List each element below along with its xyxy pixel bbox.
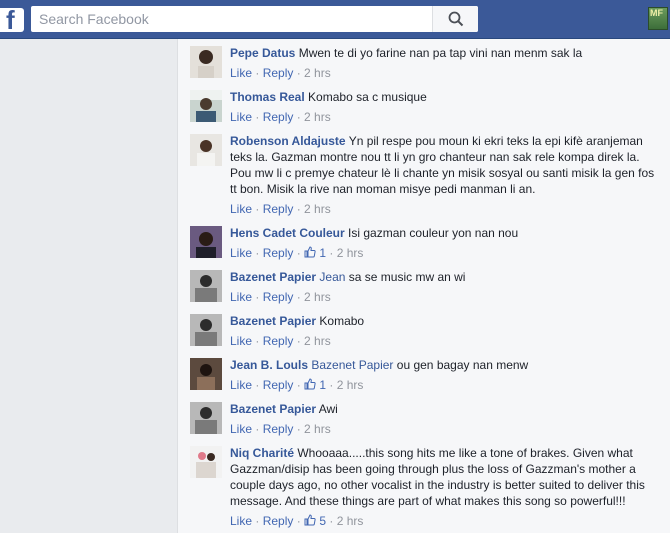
avatar[interactable] [190,402,222,434]
comment-body: Bazenet Papier Jean sa se music mw an wi… [230,269,655,305]
avatar[interactable] [190,314,222,346]
like-link[interactable]: Like [230,66,252,80]
thumbs-up-icon [304,246,316,258]
comment-body: Bazenet Papier Komabo Like · Reply · 2 h… [230,313,655,349]
comment-time[interactable]: 2 hrs [337,246,364,260]
comment-actions: Like · Reply · 2 hrs [230,290,331,304]
comment-time[interactable]: 2 hrs [304,422,331,436]
thumbs-up-icon [304,514,316,526]
comments-panel: Pepe Datus Mwen te di yo farine nan pa t… [177,39,670,533]
like-link[interactable]: Like [230,514,252,528]
comment-actions: Like · Reply · 2 hrs [230,422,331,436]
comment-author[interactable]: Bazenet Papier [230,314,316,328]
comment-time[interactable]: 2 hrs [304,290,331,304]
reply-link[interactable]: Reply [263,514,294,528]
like-link[interactable]: Like [230,290,252,304]
comment-time[interactable]: 2 hrs [304,110,331,124]
reply-link[interactable]: Reply [263,290,294,304]
comment-author[interactable]: Pepe Datus [230,46,295,60]
comment-body: Robenson Aldajuste Yn pil respe pou moun… [230,133,655,217]
comment-time[interactable]: 2 hrs [304,334,331,348]
avatar[interactable] [190,134,222,166]
comment-author[interactable]: Hens Cadet Couleur [230,226,345,240]
comment-body: Hens Cadet Couleur Isi gazman couleur yo… [230,225,655,261]
like-link[interactable]: Like [230,334,252,348]
comment-mention[interactable]: Jean [319,270,345,284]
comment-author[interactable]: Jean B. Louls [230,358,308,372]
comment-body: Niq Charité Whooaaa.....this song hits m… [230,445,655,529]
avatar[interactable] [190,226,222,258]
avatar[interactable] [190,46,222,78]
reply-link[interactable]: Reply [263,246,294,260]
reply-link[interactable]: Reply [263,66,294,80]
avatar[interactable] [190,446,222,478]
comment-body: Jean B. Louls Bazenet Papier ou gen baga… [230,357,655,393]
facebook-logo-icon[interactable]: f [0,5,24,35]
avatar[interactable] [190,358,222,390]
comment-body: Thomas Real Komabo sa c musique Like · R… [230,89,655,125]
comment-author[interactable]: Thomas Real [230,90,305,104]
reply-link[interactable]: Reply [263,110,294,124]
comment-actions: Like · Reply · 1 · 2 hrs [230,246,364,260]
reply-link[interactable]: Reply [263,202,294,216]
avatar[interactable] [190,90,222,122]
comment-time[interactable]: 2 hrs [337,378,364,392]
comment-author[interactable]: Robenson Aldajuste [230,134,346,148]
reply-link[interactable]: Reply [263,378,294,392]
top-bar: f MF [0,0,670,39]
page-thumbnail[interactable]: MF [648,7,668,30]
comment-time[interactable]: 2 hrs [304,66,331,80]
comment-text: Komabo [319,314,365,328]
comment-actions: Like · Reply · 2 hrs [230,66,331,80]
comment-actions: Like · Reply · 2 hrs [230,334,331,348]
like-link[interactable]: Like [230,246,252,260]
search-box [31,6,478,32]
comment-mention[interactable]: Bazenet Papier [311,358,393,372]
comment-time[interactable]: 2 hrs [304,202,331,216]
thumbs-up-icon [304,378,316,390]
comment-body: Bazenet Papier Awi Like · Reply · 2 hrs [230,401,655,437]
thumbnail-badge: MF [650,8,663,18]
comment-text: Awi [318,402,338,416]
search-icon [448,11,464,27]
comment-text: sa se music mw an wi [348,270,466,284]
comment-time[interactable]: 2 hrs [337,514,364,528]
comment-author[interactable]: Bazenet Papier [230,270,316,284]
reply-link[interactable]: Reply [263,422,294,436]
left-column [0,39,177,533]
comment-body: Pepe Datus Mwen te di yo farine nan pa t… [230,45,655,81]
comment-actions: Like · Reply · 2 hrs [230,110,331,124]
search-button[interactable] [432,6,478,32]
comment-text: ou gen bagay nan menw [396,358,529,372]
logo-letter: f [6,5,15,35]
comment-text: Mwen te di yo farine nan pa tap vini nan… [298,46,583,60]
comment-author[interactable]: Niq Charité [230,446,294,460]
like-link[interactable]: Like [230,202,252,216]
comment-actions: Like · Reply · 1 · 2 hrs [230,378,364,392]
search-input[interactable] [31,6,439,32]
comment-actions: Like · Reply · 5 · 2 hrs [230,514,364,528]
reply-link[interactable]: Reply [263,334,294,348]
like-link[interactable]: Like [230,422,252,436]
like-link[interactable]: Like [230,378,252,392]
comment-text: Isi gazman couleur yon nan nou [348,226,519,240]
comment-actions: Like · Reply · 2 hrs [230,202,331,216]
avatar[interactable] [190,270,222,302]
comment-author[interactable]: Bazenet Papier [230,402,316,416]
comment-text: Komabo sa c musique [308,90,427,104]
like-link[interactable]: Like [230,110,252,124]
